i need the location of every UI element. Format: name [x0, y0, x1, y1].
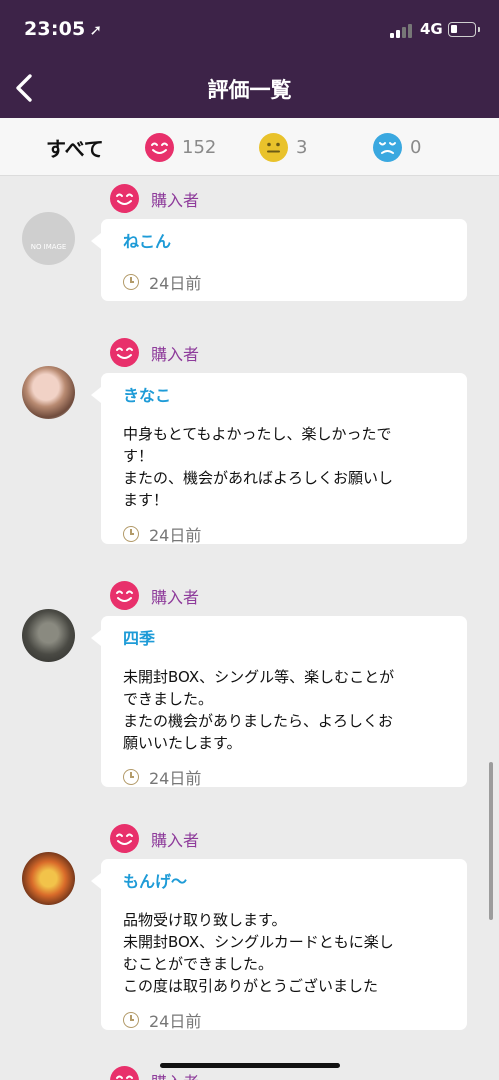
- clock-icon: [123, 769, 139, 785]
- status-time: 23:05 ➚: [24, 18, 103, 40]
- rating-filter-bar: すべて 152 3 0: [0, 118, 499, 176]
- avatar[interactable]: [22, 852, 75, 905]
- reviewer-name[interactable]: ねこん: [123, 229, 445, 255]
- neutral-face-icon: [259, 132, 288, 162]
- home-indicator[interactable]: [160, 1063, 340, 1068]
- good-face-icon: [110, 824, 139, 853]
- scrollbar[interactable]: [489, 762, 493, 920]
- review-card: きなこ 中身もとてもよかったし、楽しかったで す！ またの、機会があればよろしく…: [91, 373, 467, 547]
- filter-good-tab[interactable]: 152: [145, 118, 216, 176]
- reviewer-name[interactable]: もんげ～: [123, 869, 445, 895]
- review-badge: 購入者: [110, 824, 199, 853]
- review-time: 24日前: [123, 269, 445, 295]
- page-title: 評価一覧: [207, 78, 292, 102]
- reviewer-role: 購入者: [151, 190, 200, 210]
- location-arrow-icon: ➚: [89, 21, 103, 39]
- avatar[interactable]: [22, 366, 75, 419]
- review-badge: 購入者: [110, 338, 199, 367]
- reviewer-role: 購入者: [151, 587, 200, 607]
- good-face-icon: [110, 338, 139, 367]
- reviewer-role: 購入者: [151, 344, 200, 364]
- review-card: もんげ～ 品物受け取り致します。 未開封BOX、シングルカードともに楽し むこと…: [91, 859, 467, 1033]
- good-face-icon: [110, 1066, 139, 1080]
- no-image-label: NO IMAGE: [30, 243, 67, 251]
- network-type: 4G: [420, 20, 443, 38]
- bad-face-icon: [373, 132, 402, 162]
- review-time: 24日前: [123, 521, 445, 547]
- good-count: 152: [182, 136, 217, 158]
- reviewer-role: 購入者: [151, 830, 200, 850]
- reviewer-role: 購入者: [151, 1069, 199, 1080]
- good-face-icon: [145, 132, 174, 162]
- clock-icon: [123, 1012, 139, 1028]
- reviewer-name[interactable]: 四季: [123, 626, 445, 652]
- review-comment: 品物受け取り致します。 未開封BOX、シングルカードともに楽し むことができまし…: [123, 911, 394, 995]
- avatar[interactable]: NO IMAGE: [22, 212, 75, 265]
- filter-bad-tab[interactable]: 0: [373, 118, 421, 176]
- bad-count: 0: [410, 136, 422, 158]
- review-time: 24日前: [123, 764, 445, 790]
- review-comment: 中身もとてもよかったし、楽しかったで す！ またの、機会があればよろしくお願いし…: [123, 425, 394, 509]
- review-card: 四季 未開封BOX、シングル等、楽しむことが できました。 またの機会がありまし…: [91, 616, 467, 790]
- cellular-signal-icon: [390, 23, 414, 38]
- reviewer-name[interactable]: きなこ: [123, 383, 445, 409]
- filter-all-tab[interactable]: すべて: [46, 118, 104, 176]
- good-face-icon: [110, 581, 139, 610]
- review-card: ねこん 24日前: [91, 219, 467, 301]
- clock-icon: [123, 274, 139, 290]
- review-time: 24日前: [123, 1007, 445, 1033]
- avatar[interactable]: [22, 609, 75, 662]
- review-badge: 購入者: [110, 1066, 199, 1080]
- neutral-count: 3: [296, 136, 308, 158]
- review-badge: 購入者: [110, 184, 199, 213]
- app-header: 23:05 ➚ 4G 評価一覧: [0, 0, 499, 118]
- review-comment: 未開封BOX、シングル等、楽しむことが できました。 またの機会がありましたら、…: [123, 668, 395, 752]
- good-face-icon: [110, 184, 139, 213]
- filter-neutral-tab[interactable]: 3: [259, 118, 307, 176]
- clock-icon: [123, 526, 139, 542]
- battery-tip: [478, 27, 480, 32]
- battery-icon: [448, 22, 476, 37]
- review-badge: 購入者: [110, 581, 199, 610]
